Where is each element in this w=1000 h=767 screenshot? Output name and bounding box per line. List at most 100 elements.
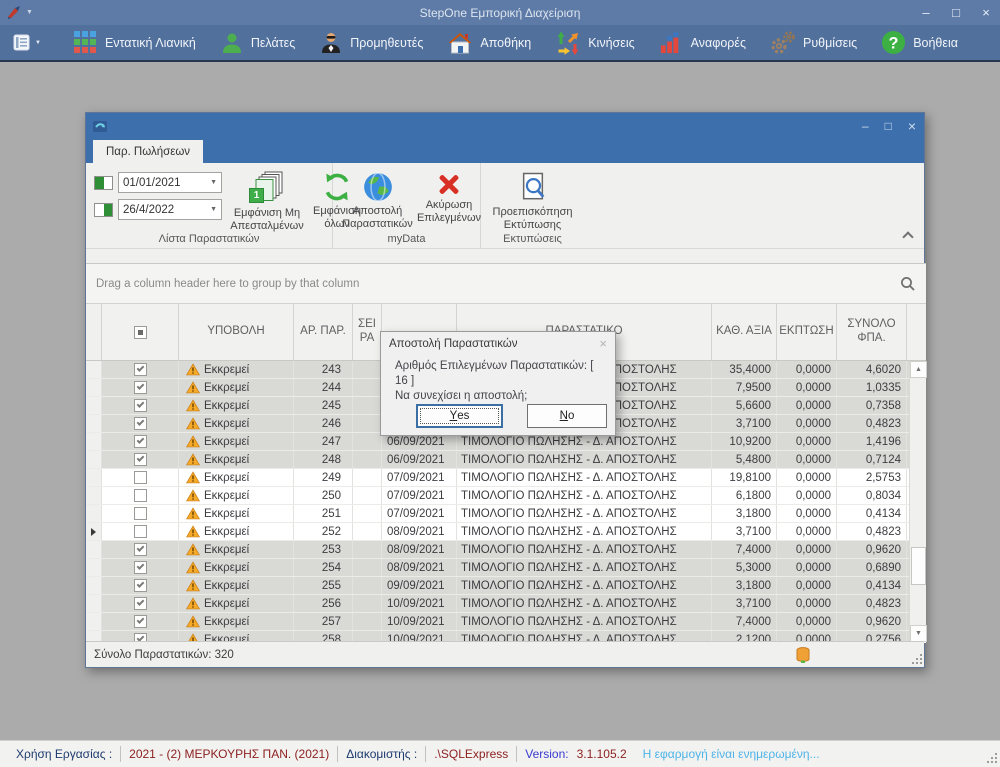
row-checkbox[interactable] bbox=[134, 561, 147, 574]
search-icon[interactable] bbox=[900, 276, 916, 292]
row-checkbox[interactable] bbox=[134, 597, 147, 610]
scroll-up-button[interactable]: ▲ bbox=[910, 361, 927, 378]
vertical-scrollbar[interactable]: ▲ ▼ bbox=[909, 361, 926, 642]
row-checkbox[interactable] bbox=[134, 381, 147, 394]
toolbar-item-settings[interactable]: Ρυθμίσεις bbox=[760, 27, 871, 59]
row-select-cell[interactable] bbox=[102, 595, 179, 612]
no-button[interactable]: No bbox=[527, 404, 607, 428]
row-select-cell[interactable] bbox=[102, 361, 179, 378]
row-select-cell[interactable] bbox=[102, 523, 179, 540]
net-value-cell: 5,6600 bbox=[712, 397, 777, 414]
row-checkbox[interactable] bbox=[134, 615, 147, 628]
row-select-cell[interactable] bbox=[102, 613, 179, 630]
ribbon-collapse-chevron-icon[interactable] bbox=[902, 230, 914, 240]
toolbar-item-warehouse[interactable]: Αποθήκη bbox=[437, 28, 545, 58]
row-select-cell[interactable] bbox=[102, 397, 179, 414]
doc-close-button[interactable]: × bbox=[908, 118, 916, 134]
scrollbar-thumb[interactable] bbox=[911, 547, 926, 585]
svg-text:?: ? bbox=[889, 34, 899, 52]
select-all-checkbox[interactable] bbox=[134, 326, 147, 339]
row-checkbox[interactable] bbox=[134, 525, 147, 538]
main-menu-button[interactable]: ▼ bbox=[8, 29, 49, 56]
table-row[interactable]: Εκκρεμεί25308/09/2021ΤΙΜΟΛΟΓΙΟ ΠΩΛΗΣΗΣ -… bbox=[86, 541, 926, 559]
row-checkbox[interactable] bbox=[134, 543, 147, 556]
submission-status-cell: Εκκρεμεί bbox=[179, 469, 294, 486]
doc-maximize-button[interactable]: □ bbox=[885, 119, 892, 133]
row-checkbox[interactable] bbox=[134, 453, 147, 466]
net-value-cell: 7,4000 bbox=[712, 613, 777, 630]
cancel-selected-button[interactable]: Ακύρωση Επιλεγμένων bbox=[420, 169, 478, 226]
discount-cell: 0,0000 bbox=[777, 451, 837, 468]
row-select-cell[interactable] bbox=[102, 559, 179, 576]
toolbar-item-reports[interactable]: Αναφορές bbox=[649, 27, 760, 58]
header-submission[interactable]: ΥΠΟΒΟΛΗ bbox=[179, 304, 294, 360]
dialog-close-icon[interactable]: × bbox=[599, 336, 607, 351]
doc-resize-grip[interactable] bbox=[910, 652, 922, 664]
table-row[interactable]: Εκκρεμεί25509/09/2021ΤΙΜΟΛΟΓΙΟ ΠΩΛΗΣΗΣ -… bbox=[86, 577, 926, 595]
table-row[interactable]: Εκκρεμεί25007/09/2021ΤΙΜΟΛΟΓΙΟ ΠΩΛΗΣΗΣ -… bbox=[86, 487, 926, 505]
net-value-cell: 3,7100 bbox=[712, 595, 777, 612]
row-checkbox[interactable] bbox=[134, 489, 147, 502]
maximize-button[interactable]: □ bbox=[948, 5, 964, 20]
toolbar-item-customers[interactable]: Πελάτες bbox=[210, 28, 309, 58]
toolbar-item-retail[interactable]: Εντατική Λιανική bbox=[63, 27, 210, 58]
table-row[interactable]: Εκκρεμεί24806/09/2021ΤΙΜΟΛΟΓΙΟ ΠΩΛΗΣΗΣ -… bbox=[86, 451, 926, 469]
table-row[interactable]: Εκκρεμεί25610/09/2021ΤΙΜΟΛΟΓΙΟ ΠΩΛΗΣΗΣ -… bbox=[86, 595, 926, 613]
row-checkbox[interactable] bbox=[134, 417, 147, 430]
date-from-flag-icon[interactable] bbox=[94, 176, 113, 190]
header-total-vat[interactable]: ΣΥΝΟΛΟ ΦΠΑ. bbox=[837, 304, 907, 360]
show-unsent-button[interactable]: 1 Εμφάνιση Μη Απεσταλμένων bbox=[228, 169, 306, 234]
row-checkbox[interactable] bbox=[134, 507, 147, 520]
header-doc-number[interactable]: ΑΡ. ΠΑΡ. bbox=[294, 304, 353, 360]
qat-dropdown-icon[interactable]: ▼ bbox=[26, 9, 33, 16]
row-checkbox[interactable] bbox=[134, 579, 147, 592]
ribbon-group-mydata-label: myData bbox=[333, 233, 480, 245]
group-by-drop-zone[interactable]: Drag a column header here to group by th… bbox=[86, 264, 926, 304]
print-preview-icon bbox=[519, 171, 547, 204]
main-statusbar: Χρήση Εργασίας : 2021 - (2) ΜΕΡΚΟΥΡΗΣ ΠΑ… bbox=[0, 740, 1000, 767]
table-row[interactable]: Εκκρεμεί25710/09/2021ΤΙΜΟΛΟΓΙΟ ΠΩΛΗΣΗΣ -… bbox=[86, 613, 926, 631]
header-discount[interactable]: ΕΚΠΤΩΣΗ bbox=[777, 304, 837, 360]
date-to-flag-icon[interactable] bbox=[94, 203, 113, 217]
row-checkbox[interactable] bbox=[134, 435, 147, 448]
row-select-cell[interactable] bbox=[102, 469, 179, 486]
print-preview-button[interactable]: Προεπισκόπηση Εκτύπωσης bbox=[487, 169, 579, 233]
quick-access-toolbar[interactable]: ▼ bbox=[0, 5, 33, 20]
row-select-cell[interactable] bbox=[102, 487, 179, 504]
row-checkbox[interactable] bbox=[134, 363, 147, 376]
table-row[interactable]: Εκκρεμεί25408/09/2021ΤΙΜΟΛΟΓΙΟ ΠΩΛΗΣΗΣ -… bbox=[86, 559, 926, 577]
doc-minimize-button[interactable]: – bbox=[862, 119, 869, 133]
tab-sales-documents[interactable]: Παρ. Πωλήσεων bbox=[93, 140, 203, 163]
send-documents-button[interactable]: Αποστολή Παραστατικών bbox=[335, 169, 420, 232]
row-select-cell[interactable] bbox=[102, 505, 179, 522]
window-resize-grip[interactable] bbox=[985, 751, 997, 763]
date-to-dropdown-icon[interactable]: ▼ bbox=[210, 206, 217, 213]
header-series[interactable]: ΣΕΙΡΑ bbox=[353, 304, 382, 360]
close-button[interactable]: × bbox=[978, 5, 994, 20]
toolbar-item-suppliers[interactable]: Προμηθευτές bbox=[309, 28, 437, 58]
table-row[interactable]: Εκκρεμεί25208/09/2021ΤΙΜΟΛΟΓΙΟ ΠΩΛΗΣΗΣ -… bbox=[86, 523, 926, 541]
date-from-picker[interactable]: 01/01/2021 ▼ bbox=[118, 172, 222, 193]
yes-button[interactable]: Yes bbox=[416, 404, 503, 428]
toolbar-item-movements[interactable]: Κινήσεις bbox=[545, 27, 648, 59]
scroll-down-button[interactable]: ▼ bbox=[910, 625, 927, 642]
row-select-cell[interactable] bbox=[102, 379, 179, 396]
toolbar-item-label: Εντατική Λιανική bbox=[105, 36, 196, 50]
row-select-cell[interactable] bbox=[102, 541, 179, 558]
header-select-all[interactable] bbox=[102, 304, 179, 360]
toolbar-item-help[interactable]: ? Βοήθεια bbox=[871, 27, 972, 58]
toolbar-item-label: Πελάτες bbox=[251, 36, 295, 50]
date-to-picker[interactable]: 26/4/2022 ▼ bbox=[118, 199, 222, 220]
minimize-button[interactable]: – bbox=[918, 5, 934, 20]
row-select-cell[interactable] bbox=[102, 433, 179, 450]
table-row[interactable]: Εκκρεμεί24907/09/2021ΤΙΜΟΛΟΓΙΟ ΠΩΛΗΣΗΣ -… bbox=[86, 469, 926, 487]
row-select-cell[interactable] bbox=[102, 451, 179, 468]
row-checkbox[interactable] bbox=[134, 471, 147, 484]
row-select-cell[interactable] bbox=[102, 577, 179, 594]
row-select-cell[interactable] bbox=[102, 415, 179, 432]
table-row[interactable]: Εκκρεμεί25107/09/2021ΤΙΜΟΛΟΓΙΟ ΠΩΛΗΣΗΣ -… bbox=[86, 505, 926, 523]
row-checkbox[interactable] bbox=[134, 399, 147, 412]
header-net-value[interactable]: ΚΑΘ. ΑΞΙΑ bbox=[712, 304, 777, 360]
cancel-selected-label: Ακύρωση Επιλεγμένων bbox=[417, 199, 481, 224]
date-from-dropdown-icon[interactable]: ▼ bbox=[210, 179, 217, 186]
